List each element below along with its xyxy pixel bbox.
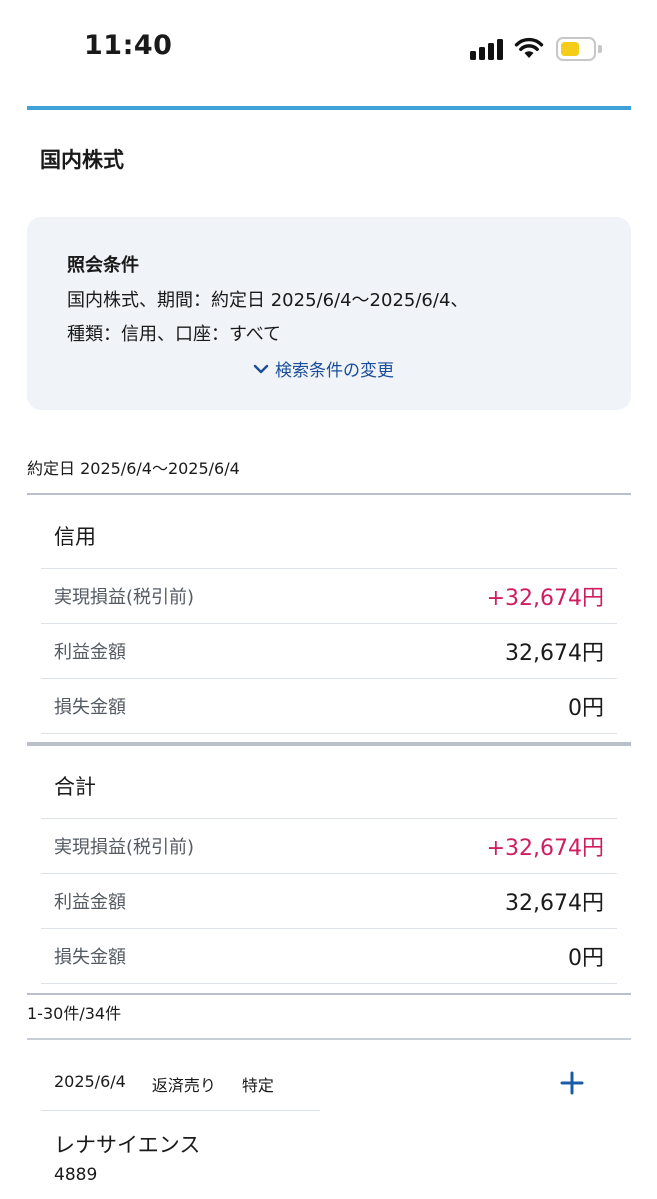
profit-amount-row: 利益金額 32,674円 xyxy=(41,624,617,679)
wifi-icon xyxy=(514,37,544,58)
cellular-signal-icon xyxy=(470,38,506,60)
margin-summary-section: 信用 実現損益(税引前) +32,674円 利益金額 32,674円 損失金額 … xyxy=(41,503,617,734)
divider xyxy=(27,993,631,995)
account-type: 特定 xyxy=(241,1076,274,1095)
page-title: 国内株式 xyxy=(40,148,124,172)
divider xyxy=(27,493,631,495)
battery-icon xyxy=(556,37,602,61)
conditions-summary-line1: 国内株式、期間：約定日 2025/6/4〜2025/6/4、 xyxy=(67,290,469,311)
row-value: 0円 xyxy=(568,696,604,721)
loss-amount-row: 損失金額 0円 xyxy=(41,679,617,734)
section-title: 信用 xyxy=(41,503,617,569)
loss-amount-row: 損失金額 0円 xyxy=(41,929,617,984)
row-label: 利益金額 xyxy=(54,642,126,663)
profit-amount-row: 利益金額 32,674円 xyxy=(41,874,617,929)
stock-code: 4889 xyxy=(54,1165,98,1185)
result-count: 1-30件/34件 xyxy=(27,1004,122,1023)
realized-pl-row: 実現損益(税引前) +32,674円 xyxy=(41,819,617,874)
change-search-conditions-label: 検索条件の変更 xyxy=(275,361,394,381)
stock-name[interactable]: レナサイエンス xyxy=(54,1129,200,1159)
trade-type: 返済売り xyxy=(151,1076,216,1095)
row-label: 損失金額 xyxy=(54,947,126,968)
status-time: 11:40 xyxy=(84,30,173,61)
total-summary-section: 合計 実現損益(税引前) +32,674円 利益金額 32,674円 損失金額 … xyxy=(41,753,617,984)
trade-meta: 2025/6/4 返済売り 特定 xyxy=(54,1072,274,1096)
trade-list-item[interactable]: 2025/6/4 返済売り 特定 レナサイエンス 4889 xyxy=(41,1040,631,1199)
change-search-conditions-link[interactable]: 検索条件の変更 xyxy=(253,356,394,381)
divider xyxy=(27,742,631,746)
row-label: 実現損益(税引前) xyxy=(54,837,195,858)
plus-icon[interactable] xyxy=(557,1068,587,1098)
date-range-label: 約定日 2025/6/4〜2025/6/4 xyxy=(27,459,240,478)
row-value: 0円 xyxy=(568,946,604,971)
chevron-down-icon xyxy=(253,364,269,373)
row-label: 利益金額 xyxy=(54,892,126,913)
status-bar: 11:40 xyxy=(0,0,657,100)
trade-date: 2025/6/4 xyxy=(54,1072,126,1091)
search-conditions-panel: 照会条件 国内株式、期間：約定日 2025/6/4〜2025/6/4、 種類：信… xyxy=(27,217,631,410)
section-title: 合計 xyxy=(41,753,617,819)
row-value: +32,674円 xyxy=(486,836,604,861)
row-value: 32,674円 xyxy=(505,641,604,666)
row-label: 損失金額 xyxy=(54,697,126,718)
realized-pl-row: 実現損益(税引前) +32,674円 xyxy=(41,569,617,624)
row-label: 実現損益(税引前) xyxy=(54,587,195,608)
conditions-heading: 照会条件 xyxy=(67,255,139,276)
row-value: 32,674円 xyxy=(505,891,604,916)
conditions-summary-line2: 種類：信用、口座：すべて xyxy=(67,324,282,345)
row-value: +32,674円 xyxy=(486,586,604,611)
divider xyxy=(41,1110,320,1111)
header-accent-line xyxy=(27,106,631,110)
